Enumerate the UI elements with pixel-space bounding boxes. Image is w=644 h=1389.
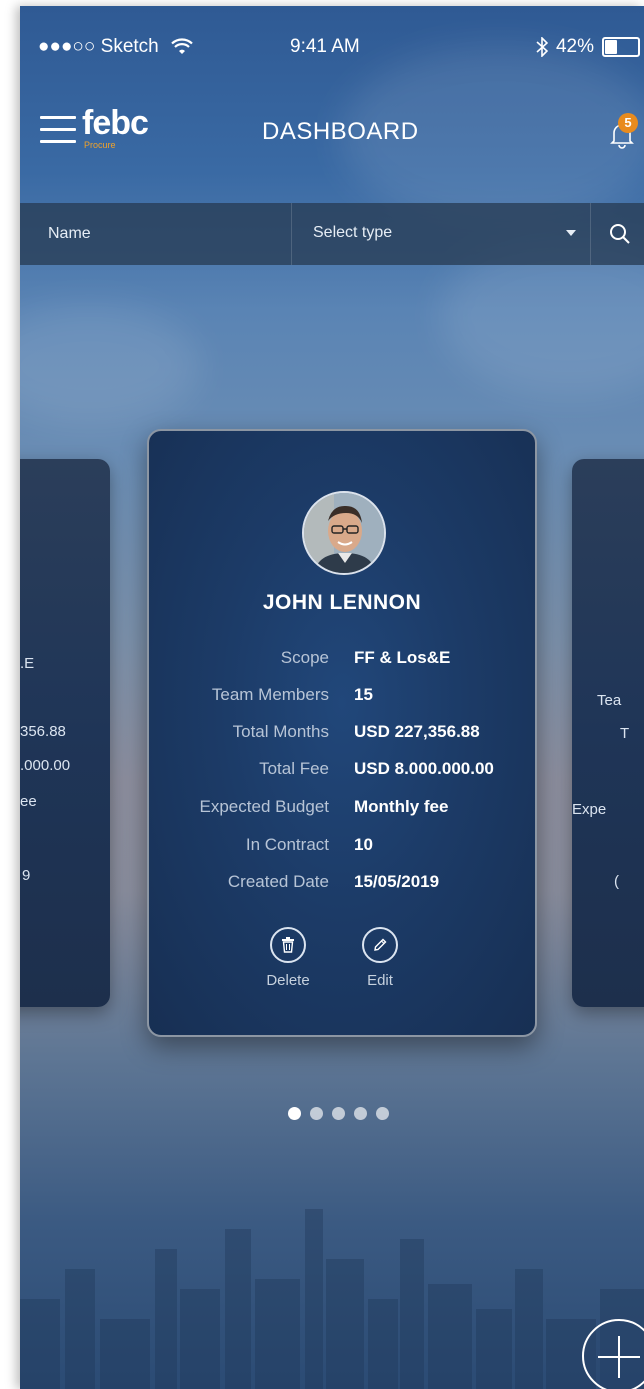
type-select-label: Select type (313, 224, 393, 241)
partial-card-text: ( (614, 873, 619, 890)
type-select[interactable]: Select type (293, 203, 591, 265)
field-label: Expected Budget (199, 797, 329, 816)
bluetooth-icon (536, 37, 548, 57)
pagination-dot[interactable] (332, 1107, 345, 1120)
partial-card-text: .000.00 (20, 757, 71, 774)
edit-label: Edit (367, 972, 393, 989)
filter-bar: Select type (20, 203, 644, 265)
background-cloud (20, 306, 200, 426)
partial-card-text: Expe (572, 801, 607, 818)
page-title: DASHBOARD (262, 118, 419, 145)
search-icon (610, 224, 630, 244)
field-row-scope: Scope FF & Los&E (149, 648, 535, 674)
field-row-in-contract: In Contract 10 (149, 835, 535, 861)
field-value: FF & Los&E (354, 648, 451, 667)
field-value: USD 227,356.88 (354, 722, 480, 741)
field-row-expected-budget: Expected Budget Monthly fee (149, 797, 535, 823)
status-time: 9:41 AM (290, 36, 360, 57)
chevron-down-icon (566, 230, 576, 236)
field-row-total-months: Total Months USD 227,356.88 (149, 722, 535, 748)
field-label: Total Months (232, 722, 329, 741)
field-row-total-fee: Total Fee USD 8.000.000.00 (149, 759, 535, 785)
pagination-dot[interactable] (354, 1107, 367, 1120)
previous-project-card[interactable]: .E 356.88 .000.00 ee 9 (20, 459, 110, 1007)
person-name: JOHN LENNON (262, 591, 422, 614)
partial-card-text: 356.88 (20, 723, 66, 740)
delete-button[interactable]: Delete (248, 927, 328, 989)
field-label: Scope (280, 648, 329, 667)
field-row-team-members: Team Members 15 (149, 685, 535, 711)
field-value: USD 8.000.000.00 (354, 759, 494, 778)
add-project-button[interactable] (582, 1319, 644, 1389)
partial-card-text: 9 (22, 867, 31, 884)
field-value: Monthly fee (354, 797, 449, 816)
project-card[interactable]: JOHN LENNON Scope FF & Los&E Team Member… (147, 429, 537, 1037)
app-logo-subtitle: Procure (84, 140, 116, 150)
field-value: 10 (354, 835, 373, 854)
carrier-label: ●●●○○ Sketch (38, 36, 159, 57)
next-project-card[interactable]: Tea T Expe ( (572, 459, 644, 1007)
status-right-group: 42% (536, 36, 644, 58)
partial-card-text: .E (20, 655, 35, 672)
avatar (302, 491, 386, 575)
hamburger-menu-button[interactable] (40, 116, 76, 144)
field-row-created-date: Created Date 15/05/2019 (149, 872, 535, 898)
pagination-dot[interactable] (376, 1107, 389, 1120)
battery-fill (605, 40, 618, 54)
field-value: 15/05/2019 (354, 872, 440, 891)
battery-icon (602, 37, 640, 57)
profile-photo (304, 493, 384, 573)
carousel-pagination (288, 1107, 389, 1120)
status-bar: ●●●○○ Sketch 9:41 AM 42% (20, 36, 644, 66)
city-skyline-image (20, 1209, 644, 1389)
pagination-dot[interactable] (310, 1107, 323, 1120)
partial-card-text: T (620, 725, 630, 742)
delete-label: Delete (266, 972, 310, 989)
trash-icon (270, 927, 306, 963)
battery-percent: 42% (555, 36, 594, 57)
search-button[interactable] (598, 203, 644, 265)
name-search-input[interactable] (20, 203, 292, 265)
status-carrier-group: ●●●○○ Sketch (38, 36, 193, 58)
edit-button[interactable]: Edit (340, 927, 420, 989)
field-label: Created Date (227, 872, 329, 891)
partial-card-text: ee (20, 793, 37, 810)
field-value: 15 (354, 685, 373, 704)
field-label: Total Fee (259, 759, 329, 778)
app-screen: ●●●○○ Sketch 9:41 AM 42% febc Procure DA… (20, 6, 644, 1389)
pagination-dot[interactable] (288, 1107, 301, 1120)
field-label: Team Members (211, 685, 329, 704)
wifi-icon (170, 38, 193, 54)
app-logo: febc (82, 104, 149, 142)
partial-card-text: Tea (597, 692, 622, 709)
field-label: In Contract (245, 835, 329, 854)
pencil-icon (362, 927, 398, 963)
notification-badge: 5 (618, 113, 638, 133)
